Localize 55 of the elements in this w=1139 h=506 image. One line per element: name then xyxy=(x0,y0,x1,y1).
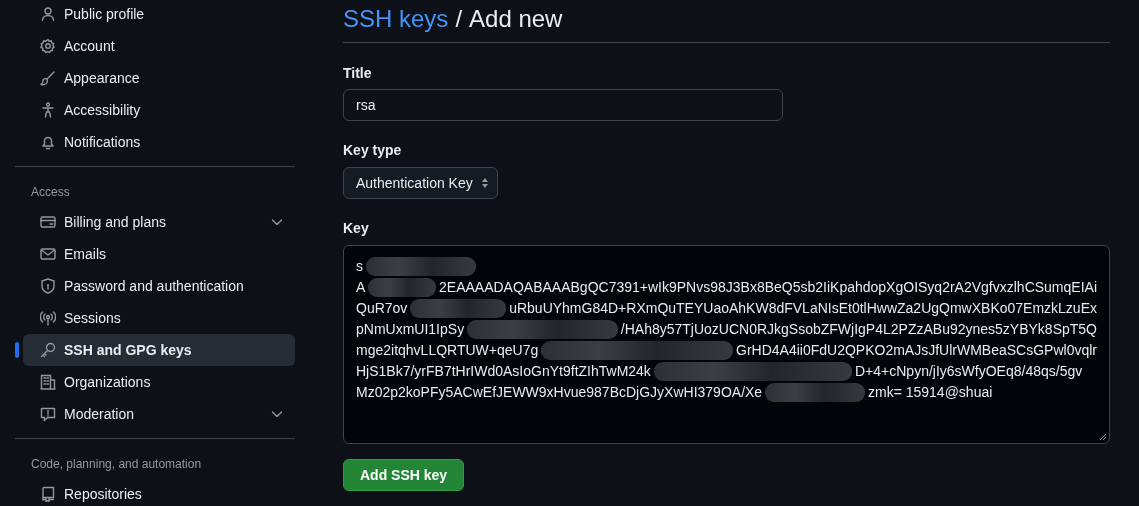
sidebar-item[interactable]: Password and authentication xyxy=(23,270,295,302)
section-heading: Code, planning, and automation xyxy=(30,456,203,473)
breadcrumb-link[interactable]: SSH keys xyxy=(343,4,449,34)
sidebar-item[interactable]: Repositories xyxy=(23,478,295,506)
add-ssh-key-button[interactable]: Add SSH key xyxy=(343,459,465,491)
shield-icon xyxy=(40,278,56,294)
active-indicator xyxy=(15,342,19,358)
key-text: A xyxy=(356,279,366,295)
key-text: 2EAAAADAQABAAABgQC7391+wIk9PNvs98J3Bx8BeQ5sb2IiKpahdopXgOISyq2rA2VgfvxzlhCSumqEIAi xyxy=(439,278,1097,297)
sidebar-item[interactable]: Account xyxy=(23,30,295,62)
up-down-arrows-icon xyxy=(480,177,489,189)
sidebar-item[interactable]: Emails xyxy=(23,238,295,270)
key-text: /HAh8y57TjUozUCN0RJkgSsobZFWjIgP4L2PZzABu92ynes5zYBYk8SpT5Q xyxy=(620,320,1097,339)
credit-card-icon xyxy=(40,214,56,230)
sidebar-item[interactable]: Notifications xyxy=(23,126,295,158)
mail-icon xyxy=(40,246,56,262)
key-text: Mz02p2koPFy5ACwEfJEWW9xHvue987BcDjGJyXwHI379OA/Xe xyxy=(356,384,763,400)
sidebar-item[interactable]: Appearance xyxy=(23,62,295,94)
sidebar-item[interactable]: Sessions xyxy=(23,302,295,334)
sidebar-item[interactable]: SSH and GPG keys xyxy=(23,334,295,366)
key-text: QuR7ov xyxy=(356,300,408,316)
breadcrumb-separator: / xyxy=(455,4,463,34)
section-heading: Access xyxy=(30,184,71,201)
sidebar-item[interactable]: Organizations xyxy=(23,366,295,398)
key-text: zmk= 15914@shuai xyxy=(868,383,993,402)
sidebar-item[interactable]: Moderation xyxy=(23,398,295,430)
resize-grip-icon[interactable] xyxy=(1099,433,1107,441)
key-text: HjS1Bk7/yrFB7tHrIWd0AsIoGnYt9ftZIhTwM24k xyxy=(356,363,651,379)
key-text: pNmUxmUI1IpSy xyxy=(356,321,465,337)
report-icon xyxy=(40,406,56,422)
key-text: D+4+cNpyn/jIy6sWfyOEq8/48qs/5gv xyxy=(855,362,1083,381)
person-icon xyxy=(40,6,56,22)
sidebar-item[interactable]: Billing and plans xyxy=(23,206,295,238)
bell-icon xyxy=(40,134,56,150)
key-textarea[interactable] xyxy=(343,245,1110,444)
key-text: GrHD4A4ii0FdU2QPKO2mAJsJfUlrWMBeaSCsGPwl0vqlr xyxy=(736,341,1097,360)
key-icon xyxy=(40,342,56,358)
field-label: Key type xyxy=(343,141,402,160)
page-title: Add new xyxy=(469,4,563,34)
sidebar-item[interactable]: Accessibility xyxy=(23,94,295,126)
key-text: mge2itqhvLLQRTUW+qeU7g xyxy=(356,342,539,358)
gear-icon xyxy=(40,38,56,54)
paintbrush-icon xyxy=(40,70,56,86)
accessibility-icon xyxy=(40,102,56,118)
building-icon xyxy=(40,374,56,390)
key-text: uRbuUYhmG84D+RXmQuTEYUaoAhKW8dFVLaNIsEt0tlHwwZa2UgQmwXBKo07EmzkLzuEx xyxy=(509,299,1097,318)
broadcast-icon xyxy=(40,310,56,326)
field-label: Key xyxy=(343,219,369,238)
repo-icon xyxy=(40,486,56,502)
key-text: s xyxy=(356,258,363,274)
redaction-smudge xyxy=(368,278,436,297)
sidebar-item[interactable]: Public profile xyxy=(23,0,295,30)
key-type-select[interactable]: Authentication Key xyxy=(343,167,498,199)
field-label: Title xyxy=(343,64,372,83)
title-input[interactable]: rsa xyxy=(343,89,783,121)
